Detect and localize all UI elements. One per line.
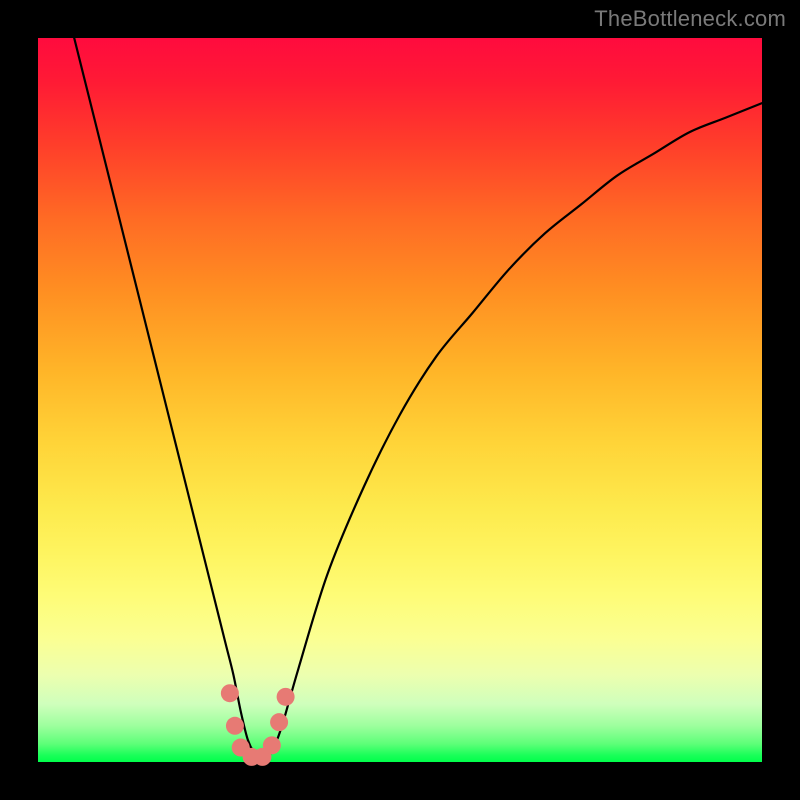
- watermark-text: TheBottleneck.com: [594, 6, 786, 32]
- valley-marker: [270, 713, 288, 731]
- chart-frame: TheBottleneck.com: [0, 0, 800, 800]
- valley-marker: [221, 684, 239, 702]
- chart-svg: [38, 38, 762, 762]
- valley-marker: [226, 717, 244, 735]
- bottleneck-curve: [74, 38, 762, 762]
- plot-area: [38, 38, 762, 762]
- valley-markers: [221, 684, 295, 766]
- valley-marker: [277, 688, 295, 706]
- valley-marker: [263, 736, 281, 754]
